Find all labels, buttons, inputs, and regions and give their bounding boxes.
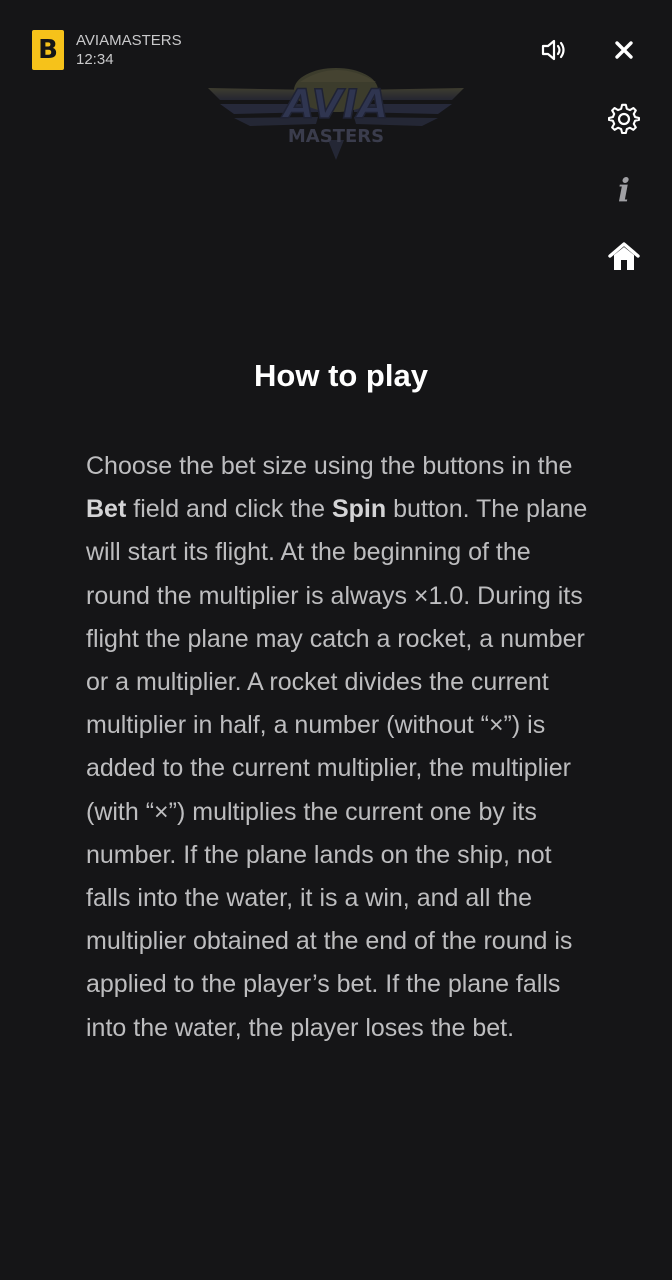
bet-keyword: Bet [86, 495, 127, 524]
how-to-play-panel: How to play Choose the bet size using th… [86, 356, 596, 1135]
home-icon [608, 242, 640, 270]
app-header: B AVIAMASTERS 12:34 [32, 30, 182, 70]
info-icon: i [618, 172, 630, 204]
gear-icon [608, 103, 640, 135]
rules-text-part-1: Choose the bet size using the buttons in… [86, 452, 573, 480]
svg-text:i: i [618, 172, 630, 204]
game-logo-text-bottom: MASTERS [288, 126, 384, 147]
app-meta: AVIAMASTERS 12:34 [76, 31, 182, 69]
speaker-icon [541, 39, 565, 61]
settings-button[interactable] [604, 99, 644, 139]
spin-keyword: Spin [331, 495, 387, 524]
home-button[interactable] [604, 237, 644, 277]
rules-text: Choose the bet size using the buttons in… [86, 445, 596, 1135]
text-fade-overlay [86, 1075, 596, 1135]
page-title: How to play [254, 358, 428, 393]
game-logo: AVIA MASTERS [208, 68, 464, 160]
close-button[interactable] [604, 30, 644, 70]
app-name: AVIAMASTERS [76, 32, 182, 49]
game-logo-text-top: AVIA [280, 82, 388, 128]
rules-text-part-2: field and click the [126, 495, 332, 524]
close-icon [615, 41, 633, 59]
info-button[interactable]: i [604, 168, 644, 208]
rules-text-part-3: button. The plane will start its flight.… [86, 495, 588, 1042]
brand-logo: B [32, 30, 64, 70]
brand-letter: B [38, 35, 58, 65]
clock-time: 12:34 [76, 51, 114, 68]
sound-button[interactable] [534, 30, 574, 70]
